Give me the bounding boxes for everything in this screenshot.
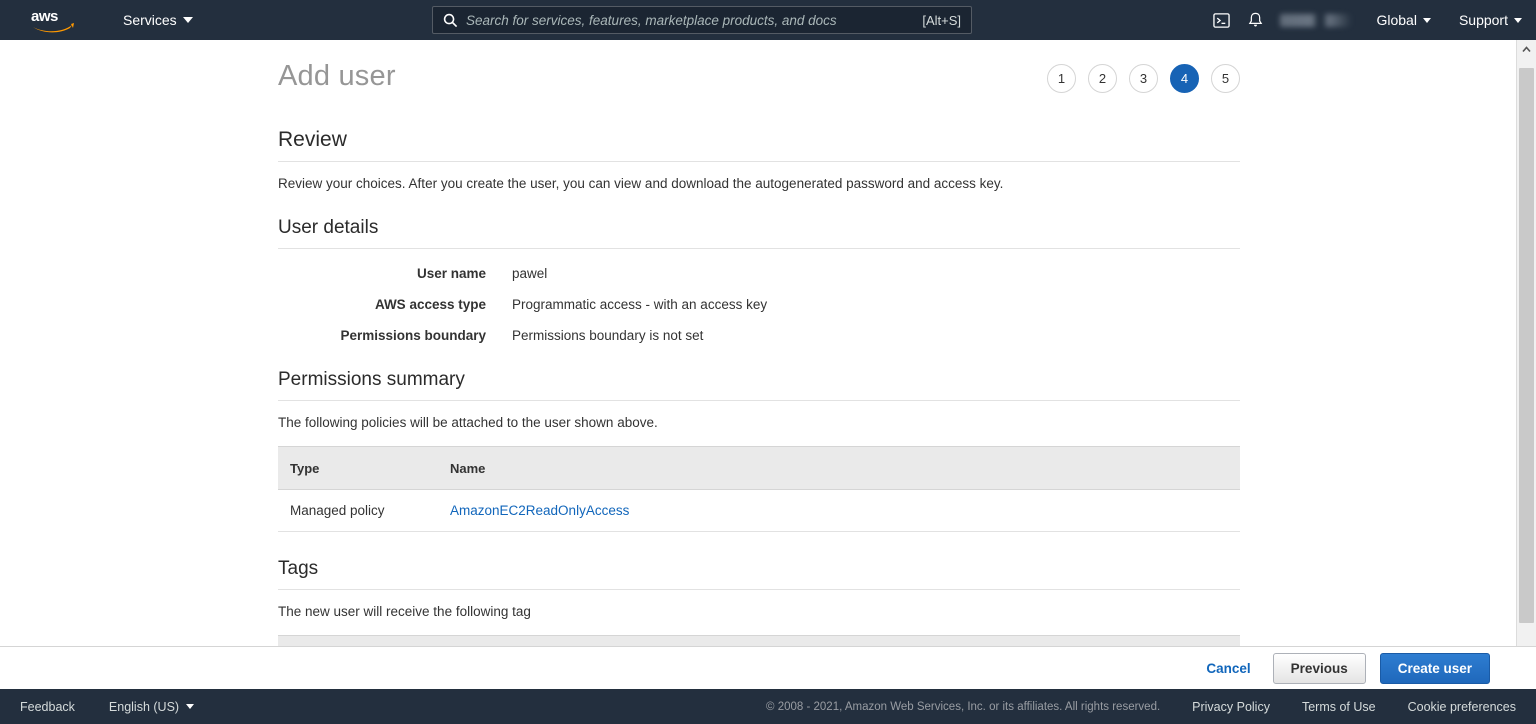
footer-left-group: Feedback English (US) [20,699,195,714]
svg-text:aws: aws [31,8,58,25]
column-header-name: Name [438,446,1240,490]
global-search[interactable]: [Alt+S] [432,6,972,34]
aws-logo-icon: aws [31,8,74,33]
create-user-button[interactable]: Create user [1379,652,1490,684]
chevron-down-icon [1422,17,1431,23]
footer-right-group: © 2008 - 2021, Amazon Web Services, Inc.… [766,700,1516,714]
wizard-step-2[interactable]: 2 [1088,64,1117,93]
review-heading: Review [278,128,1240,162]
support-menu[interactable]: Support [1445,0,1536,40]
vertical-scrollbar[interactable] [1516,40,1536,646]
aws-logo[interactable]: aws [30,6,76,34]
table-row: Managed policy AmazonEC2ReadOnlyAccess [278,489,1240,532]
scroll-up-button[interactable] [1517,40,1536,59]
services-menu-label: Services [123,12,177,28]
top-navigation-bar: aws Services [Alt+S] [0,0,1536,40]
wizard-step-4[interactable]: 4 [1170,64,1199,93]
wizard-step-3[interactable]: 3 [1129,64,1158,93]
detail-row: User name pawel [278,266,1240,281]
language-selector[interactable]: English (US) [108,699,195,714]
privacy-policy-link[interactable]: Privacy Policy [1192,700,1270,714]
chevron-down-icon [186,704,195,709]
detail-label: Permissions boundary [340,328,486,343]
cancel-button[interactable]: Cancel [1206,661,1250,676]
copyright-text: © 2008 - 2021, Amazon Web Services, Inc.… [766,700,1161,713]
feedback-link[interactable]: Feedback [20,700,75,714]
terms-of-use-link[interactable]: Terms of Use [1302,700,1376,714]
detail-value: Permissions boundary is not set [512,328,704,343]
wizard-step-indicator: 1 2 3 4 5 [1047,64,1240,93]
region-menu-label: Global [1376,12,1417,28]
previous-button[interactable]: Previous [1272,652,1366,684]
page-footer: Feedback English (US) © 2008 - 2021, Ama… [0,689,1536,724]
support-menu-label: Support [1458,12,1508,28]
tags-table: Key Value [278,635,1240,646]
main-content: Add user 1 2 3 4 5 Review Review your ch… [278,40,1240,646]
bell-icon[interactable] [1238,0,1272,40]
language-selector-label: English (US) [108,699,180,714]
column-header-value: Value [533,635,1240,646]
search-icon [443,13,458,28]
account-name-redacted[interactable] [1280,13,1353,27]
detail-value: pawel [512,266,548,281]
wizard-step-5[interactable]: 5 [1211,64,1240,93]
cookie-preferences-link[interactable]: Cookie preferences [1408,700,1516,714]
review-description: Review your choices. After you create th… [278,176,1004,191]
permissions-summary-table: Type Name Managed policy AmazonEC2ReadOn… [278,446,1240,532]
top-nav-right-group: Global Support [1204,0,1536,40]
tags-description: The new user will receive the following … [278,604,531,619]
permissions-summary-description: The following policies will be attached … [278,415,658,430]
chevron-down-icon [1514,17,1522,23]
detail-value: Programmatic access - with an access key [512,297,768,312]
wizard-action-bar: Cancel Previous Create user [0,646,1536,689]
table-header-row: Key Value [278,635,1240,646]
permissions-summary-heading: Permissions summary [278,369,1240,401]
tags-heading: Tags [278,558,1240,590]
column-header-key: Key [278,635,533,646]
user-details-list: User name pawel AWS access type Programm… [278,266,1240,343]
detail-label: AWS access type [374,297,486,312]
search-shortcut-hint: [Alt+S] [922,12,961,28]
chevron-down-icon [182,17,193,23]
region-menu[interactable]: Global [1362,0,1444,40]
user-details-heading: User details [278,217,1240,249]
cloudshell-icon[interactable] [1204,0,1238,40]
detail-label: User name [416,266,486,281]
column-header-type: Type [278,446,438,490]
search-input[interactable] [466,12,923,28]
policy-type-cell: Managed policy [278,489,438,532]
detail-row: AWS access type Programmatic access - wi… [278,297,1240,312]
services-menu[interactable]: Services [123,0,193,40]
table-header-row: Type Name [278,446,1240,490]
chevron-up-icon [1522,46,1531,53]
detail-row: Permissions boundary Permissions boundar… [278,328,1240,343]
policy-name-link[interactable]: AmazonEC2ReadOnlyAccess [450,503,629,518]
page-scroll-area: Add user 1 2 3 4 5 Review Review your ch… [0,40,1516,646]
wizard-step-1[interactable]: 1 [1047,64,1076,93]
scrollbar-thumb[interactable] [1519,68,1534,623]
